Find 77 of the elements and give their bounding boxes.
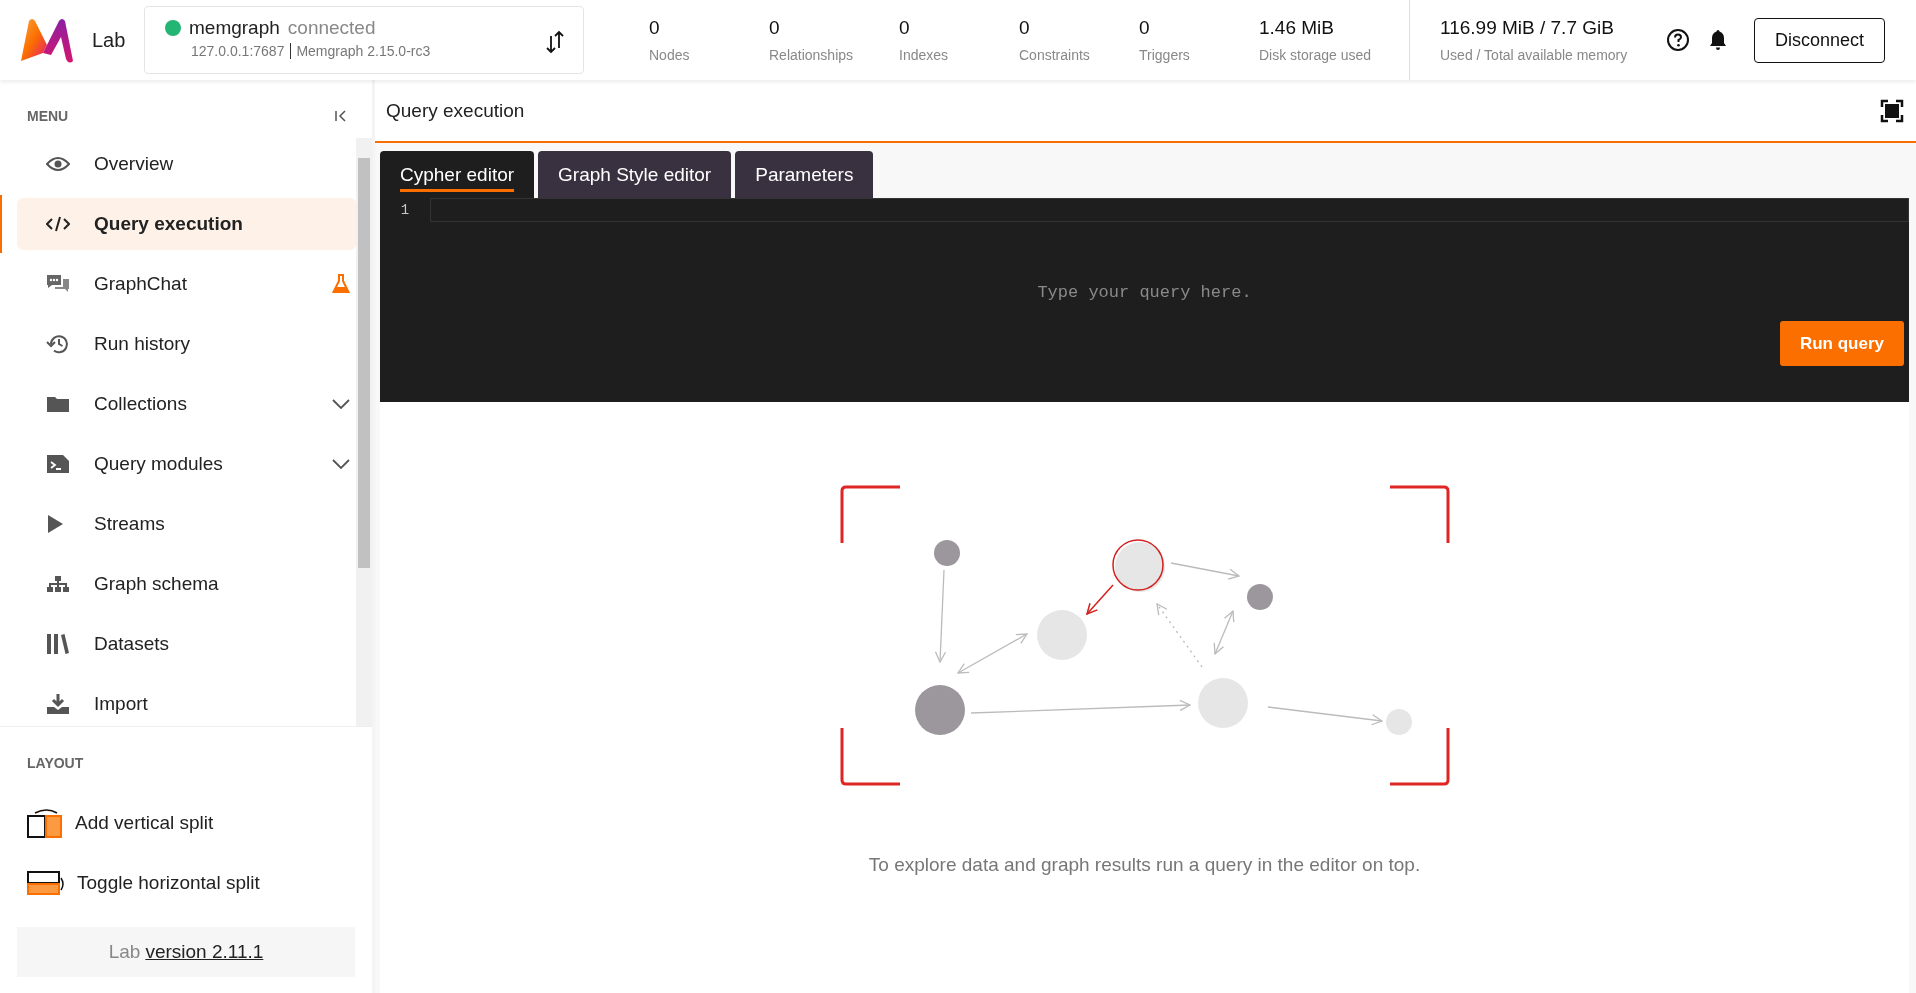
menu-item[interactable]: Collections — [17, 378, 356, 430]
highlighted-edge-arrow — [1085, 584, 1114, 615]
editor-tab[interactable]: Cypher editor — [380, 151, 535, 198]
query-input[interactable]: Type your query here. — [942, 282, 1347, 303]
stat-label: Triggers — [1139, 47, 1191, 63]
menu-item[interactable]: Overview — [17, 138, 356, 190]
stat-value: 1.46 MiB — [1259, 17, 1335, 39]
menu-item[interactable]: Run history — [17, 318, 356, 370]
graph-node — [914, 685, 965, 735]
play-icon — [46, 514, 64, 534]
memory-label: Used / Total available memory — [1440, 47, 1629, 63]
layout-heading: LAYOUT — [27, 755, 85, 771]
vertical-split-icon — [27, 808, 63, 838]
edge-arrow — [956, 633, 1028, 674]
graph-node — [1036, 610, 1087, 660]
stat-value: 0 — [649, 17, 661, 39]
connection-status: connected — [287, 17, 376, 39]
stat-label: Nodes — [649, 47, 691, 63]
folder-icon — [46, 395, 70, 413]
chevron-down-icon[interactable] — [332, 399, 350, 409]
graph-node — [1246, 584, 1273, 610]
panel-title: Query execution — [386, 99, 525, 122]
dotted-edge-arrow — [1155, 603, 1203, 668]
chevron-down-icon[interactable] — [332, 459, 350, 469]
menu-heading: MENU — [27, 108, 69, 124]
frame-corner — [840, 485, 900, 543]
menu-item[interactable]: Import — [17, 678, 356, 726]
app-name: Lab — [92, 28, 127, 52]
stat-label: Relationships — [769, 47, 855, 63]
hierarchy-icon — [46, 575, 70, 593]
help-icon[interactable] — [1666, 28, 1690, 52]
instance-name: memgraph — [189, 17, 280, 39]
frame-corner — [1389, 728, 1449, 786]
code-icon — [46, 216, 70, 232]
memory-value: 116.99 MiB / 7.7 GiB — [1440, 17, 1615, 39]
version-link[interactable]: version 2.11.1 — [145, 941, 264, 963]
history-icon — [46, 333, 70, 355]
menu-item[interactable]: Streams — [17, 498, 356, 550]
frame-corner — [840, 728, 900, 786]
eye-icon — [46, 156, 70, 172]
editor-tab[interactable]: Parameters — [735, 151, 874, 198]
stat-value: 0 — [1139, 17, 1151, 39]
connection-card[interactable]: memgraph connected 127.0.0.1:7687 Memgraph 2.15.0-rc3 — [144, 6, 584, 74]
database-version: Memgraph 2.15.0-rc3 — [290, 43, 431, 59]
stat-value: 0 — [1019, 17, 1031, 39]
menu-item[interactable]: Graph schema — [17, 558, 356, 610]
version-label: Lab — [108, 941, 141, 963]
horizontal-split-icon — [27, 870, 65, 896]
menu-item[interactable]: Query modules — [17, 438, 356, 490]
graph-node — [1197, 678, 1248, 728]
selected-graph-node — [1111, 539, 1165, 592]
swap-arrows-icon[interactable] — [545, 29, 565, 55]
edge-arrow — [1213, 610, 1234, 655]
collapse-sidebar-icon[interactable] — [334, 109, 348, 123]
edge-arrow — [1169, 562, 1240, 580]
stat-label: Indexes — [899, 47, 950, 63]
scrollbar[interactable] — [356, 138, 372, 726]
layout-option[interactable]: Add vertical split — [27, 793, 372, 853]
stat-label: Disk storage used — [1259, 47, 1373, 63]
stat-value: 0 — [769, 17, 781, 39]
graph-node — [933, 540, 960, 566]
line-number: 1 — [399, 202, 411, 218]
graph-node — [1385, 709, 1412, 735]
fullscreen-icon[interactable] — [1880, 98, 1904, 123]
download-icon — [46, 693, 70, 715]
menu-item[interactable]: GraphChat — [17, 258, 356, 310]
disconnect-button[interactable]: Disconnect — [1754, 17, 1886, 63]
books-icon — [46, 633, 70, 655]
layout-option[interactable]: Toggle horizontal split — [27, 853, 372, 913]
editor-tab[interactable]: Graph Style editor — [538, 151, 732, 198]
empty-state-message: To explore data and graph results run a query in the editor on top. — [868, 854, 1421, 876]
stat-label: Constraints — [1019, 47, 1091, 63]
menu-item[interactable]: Datasets — [17, 618, 356, 670]
terminal-icon — [46, 454, 70, 474]
stat-value: 0 — [899, 17, 911, 39]
frame-corner — [1389, 485, 1449, 543]
host-address: 127.0.0.1:7687 — [191, 43, 285, 59]
